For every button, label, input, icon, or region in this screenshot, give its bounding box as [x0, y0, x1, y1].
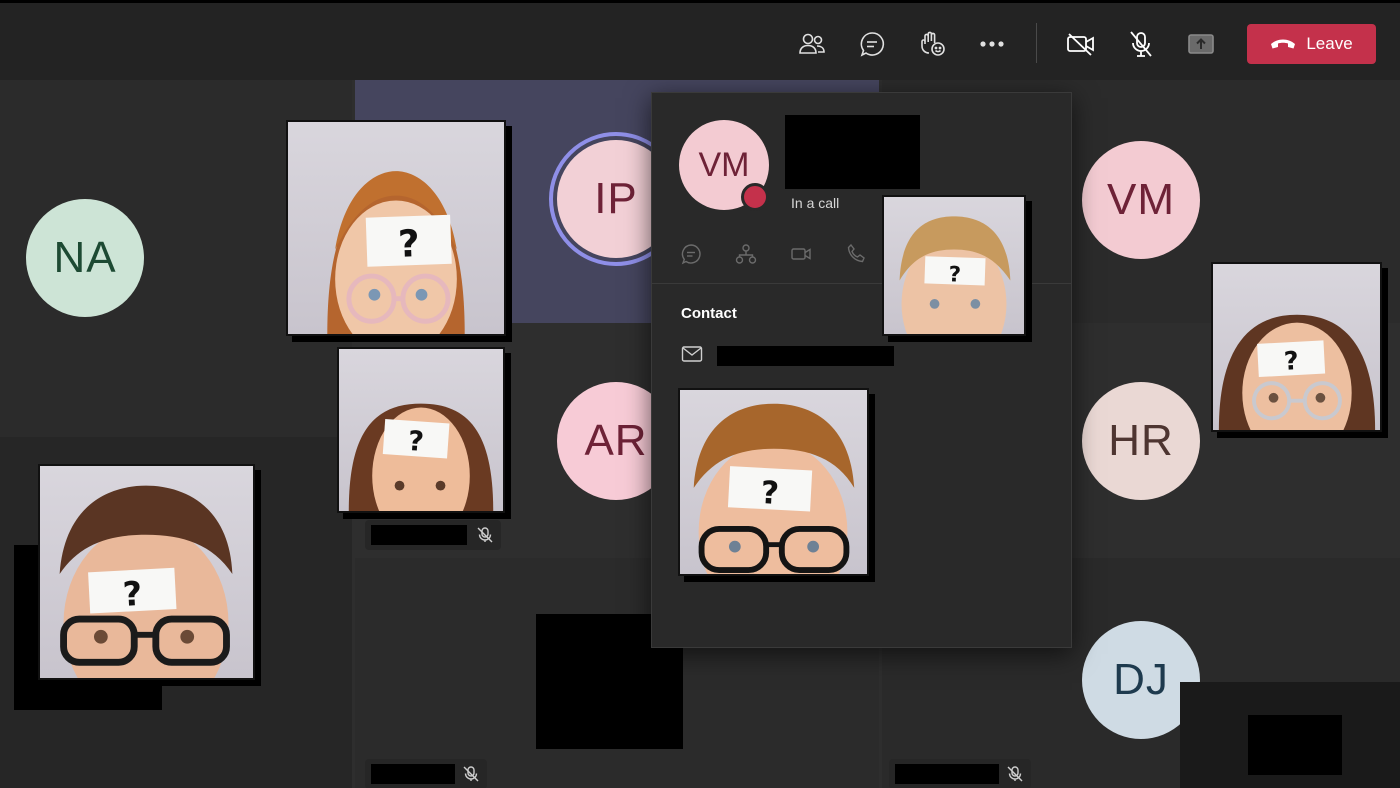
sticker-text: ?: [760, 475, 780, 512]
contact-initials: VM: [698, 145, 750, 184]
video-call-icon[interactable]: [790, 243, 812, 265]
sticker-text: ?: [948, 262, 961, 287]
presence-indicator: [741, 183, 769, 211]
avatar-initials: DJ: [1113, 655, 1169, 704]
leave-label: Leave: [1306, 34, 1353, 53]
chat-button[interactable]: [853, 25, 891, 63]
more-icon: [980, 41, 1004, 47]
meeting-toolbar: Leave: [0, 0, 1400, 80]
phone-icon[interactable]: [845, 243, 867, 265]
more-options-button[interactable]: [973, 25, 1011, 63]
participant-name-bar: [889, 759, 1031, 788]
sticker-text: ?: [397, 221, 420, 266]
sticker-text: ?: [407, 426, 425, 458]
avatar-initials: VM: [1107, 175, 1175, 224]
leave-button[interactable]: Leave: [1247, 24, 1376, 64]
participant-grid: NA IP AR VM HR DJ VM In a call Contact ?…: [0, 80, 1400, 788]
contact-actions: [680, 243, 867, 265]
raise-hand-icon: [921, 31, 945, 56]
mail-icon: [681, 346, 703, 362]
share-screen-button[interactable]: [1182, 25, 1220, 63]
camera-toggle-button[interactable]: [1062, 25, 1100, 63]
avatar-na: NA: [26, 199, 144, 317]
mic-off-icon: [477, 527, 493, 543]
avatar-hr: HR: [1082, 382, 1200, 500]
chat-icon[interactable]: [680, 243, 702, 265]
people-icon: [799, 33, 825, 54]
participant-name-bar: [365, 520, 501, 550]
mic-off-icon: [1130, 31, 1152, 57]
avatar-initials: IP: [594, 174, 638, 223]
hang-up-icon: [1271, 39, 1296, 49]
toolbar-divider: [1036, 23, 1037, 63]
org-chart-icon[interactable]: [735, 243, 757, 265]
question-mark-face-photo: ?: [1211, 262, 1382, 432]
mic-off-icon: [1007, 766, 1023, 782]
mic-toggle-button[interactable]: [1122, 25, 1160, 63]
contact-status: In a call: [791, 195, 840, 211]
share-icon: [1188, 34, 1214, 54]
react-button[interactable]: [913, 25, 951, 63]
avatar-initials: HR: [1108, 416, 1174, 465]
avatar-initials: AR: [584, 416, 648, 465]
contact-name-redacted: [785, 115, 920, 189]
avatar-initials: NA: [53, 233, 117, 282]
sticker-text: ?: [1283, 345, 1299, 376]
contact-section-title: Contact: [681, 305, 737, 322]
question-mark-face-photo: ?: [38, 464, 255, 680]
contact-email-redacted[interactable]: [717, 346, 894, 366]
camera-off-icon: [1067, 33, 1094, 56]
question-mark-face-photo: ?: [337, 347, 505, 513]
redacted-block: [1248, 715, 1342, 775]
question-mark-face-photo: ?: [882, 195, 1026, 336]
question-mark-face-photo: ?: [286, 120, 506, 336]
avatar-vm: VM: [1082, 141, 1200, 259]
chat-icon: [860, 32, 885, 57]
participant-name-bar: [365, 759, 487, 788]
people-button[interactable]: [793, 25, 831, 63]
sticker-text: ?: [122, 574, 143, 614]
question-mark-face-photo: ?: [678, 388, 869, 576]
mic-off-icon: [463, 766, 479, 782]
